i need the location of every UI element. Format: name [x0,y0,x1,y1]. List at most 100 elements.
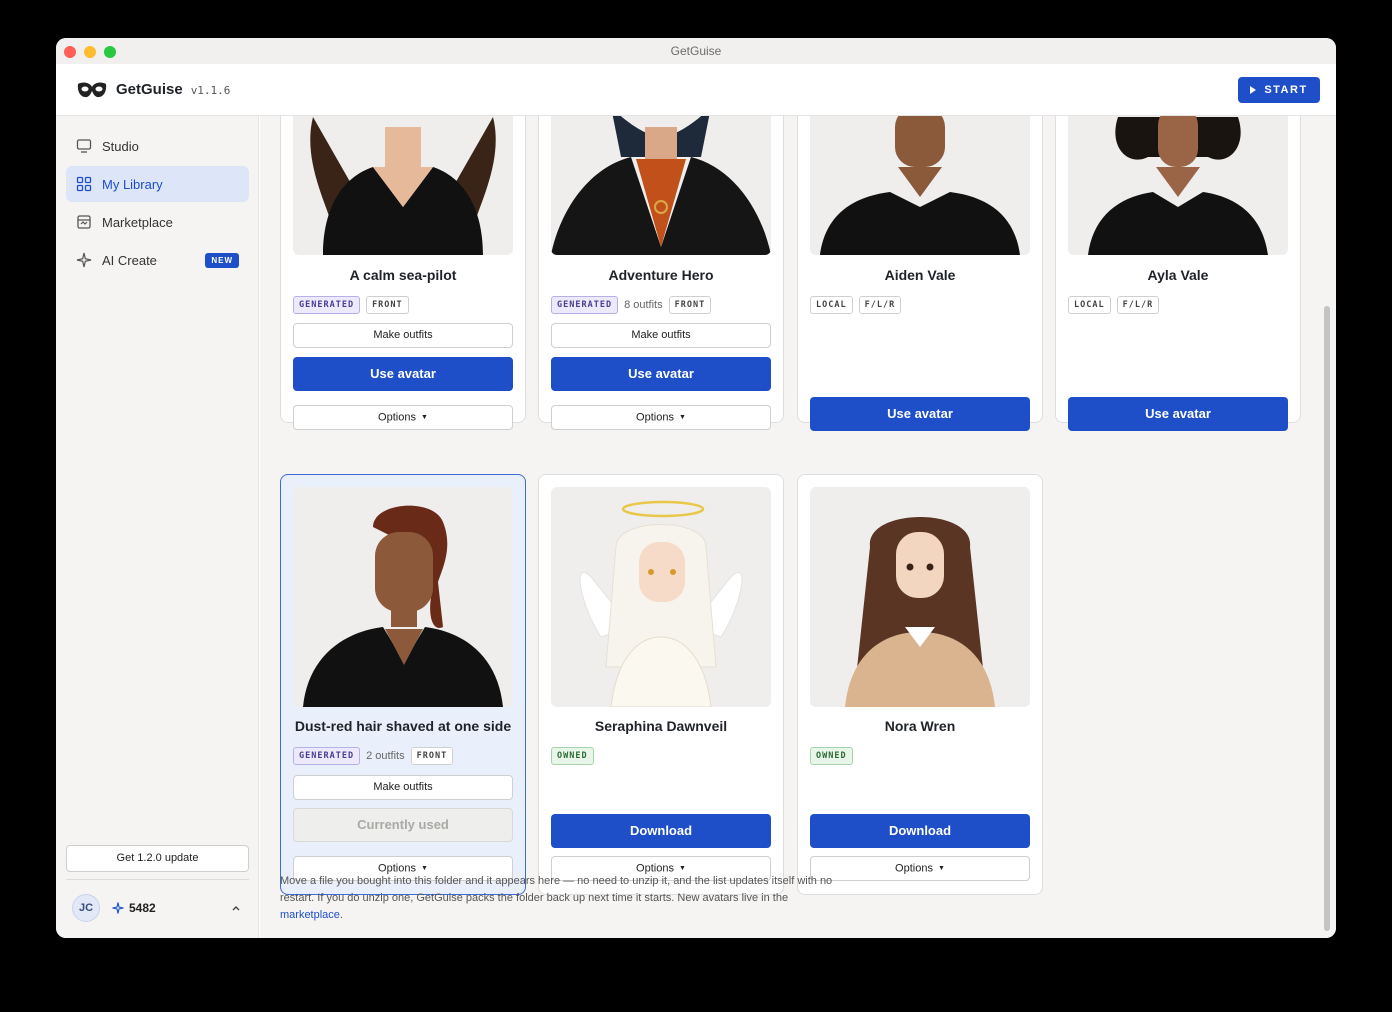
start-button-label: START [1264,84,1308,96]
avatar-card: Nora Wren OWNED Download Options ▼ [797,474,1043,895]
outfit-count: 2 outfits [366,750,405,762]
avatar-image[interactable] [810,116,1030,255]
store-icon [77,215,91,229]
generated-badge: GENERATED [293,296,361,314]
avatar-portrait [551,116,771,255]
app-version: v1.1.6 [190,84,231,97]
make-outfits-button[interactable]: Make outfits [293,775,513,800]
chevron-up-icon[interactable] [231,903,241,913]
avatar-portrait [579,500,743,707]
download-button[interactable]: Download [810,814,1030,848]
avatar-name: Seraphina Dawnveil [594,718,728,734]
app-name: GetGuise [116,81,183,98]
caret-down-icon: ▼ [421,414,428,421]
sidebar-item-ai-create[interactable]: AI Create NEW [66,242,249,278]
caret-down-icon: ▼ [938,865,945,872]
avatar-portrait [303,505,503,707]
sidebar-item-my-library[interactable]: My Library [66,166,249,202]
grid-icon [76,176,92,192]
avatar-card: Aiden Vale LOCAL F/L/R Use avatar [797,116,1043,431]
front-badge: FRONT [366,296,409,314]
sidebar-item-marketplace[interactable]: Marketplace [66,204,249,240]
avatar-badges: GENERATED 2 outfits FRONT [293,747,454,765]
avatar-image[interactable] [551,487,771,707]
close-window-button[interactable] [64,46,76,58]
avatar-portrait [845,517,995,707]
library-content: A calm sea-pilot GENERATED FRONT Make ou… [260,116,1336,938]
avatar-name: Aiden Vale [884,267,956,283]
sidebar-item-studio[interactable]: Studio [66,128,249,164]
use-avatar-button[interactable]: Use avatar [293,357,513,391]
avatar-image[interactable] [293,116,513,255]
start-button[interactable]: START [1238,77,1320,103]
avatar-badges: LOCAL F/L/R [810,296,902,314]
local-badge: LOCAL [810,296,853,314]
avatar-portrait [310,117,496,255]
sidebar-item-label: AI Create [102,252,157,268]
footnote-end: . [339,909,343,921]
use-avatar-button[interactable]: Use avatar [1068,397,1288,431]
avatar-image[interactable] [551,116,771,255]
minimize-window-button[interactable] [84,46,96,58]
sidebar-item-label: My Library [102,176,163,192]
options-button[interactable]: Options ▼ [810,856,1030,881]
sidebar-divider [66,879,249,880]
views-badge: F/L/R [858,296,902,314]
avatar-image[interactable] [1068,116,1288,255]
caret-down-icon: ▼ [679,865,686,872]
window-title: GetGuise [670,44,722,58]
outfit-count: 8 outfits [624,299,663,311]
options-label: Options [378,411,416,424]
zoom-window-button[interactable] [104,46,116,58]
owned-badge: OWNED [810,747,853,765]
generated-badge: GENERATED [551,296,619,314]
sidebar-item-label: Marketplace [102,214,173,230]
credits-sparkle-icon [112,902,124,914]
avatar-card: Seraphina Dawnveil OWNED Download Option… [538,474,784,895]
avatar-card: Adventure Hero GENERATED 8 outfits FRONT… [538,116,784,430]
avatar-card-selected: Dust-red hair shaved at one side GENERAT… [280,474,526,895]
update-button[interactable]: Get 1.2.0 update [66,845,249,872]
options-label: Options [895,862,933,875]
download-button[interactable]: Download [551,814,771,848]
generated-badge: GENERATED [293,747,361,765]
front-badge: FRONT [410,747,454,765]
avatar-name: Nora Wren [884,718,956,734]
avatar-badges: GENERATED FRONT [293,296,409,314]
play-icon [1250,86,1257,94]
avatar-card: A calm sea-pilot GENERATED FRONT Make ou… [280,116,526,430]
credits-count: 5482 [129,901,156,915]
make-outfits-button[interactable]: Make outfits [551,323,771,348]
views-badge: F/L/R [1116,296,1160,314]
sidebar: Studio My Library Marketplace AI Create … [56,116,259,938]
avatar-portrait [820,116,1020,255]
avatar-image[interactable] [810,487,1030,707]
sidebar-item-label: Studio [102,138,139,154]
marketplace-link[interactable]: marketplace [280,909,340,921]
use-avatar-button[interactable]: Use avatar [551,357,771,391]
owned-badge: OWNED [551,747,594,765]
currently-used-button: Currently used [293,808,513,842]
use-avatar-button[interactable]: Use avatar [810,397,1030,431]
avatar-badges: OWNED [810,747,853,765]
avatar-name: Ayla Vale [1147,267,1209,283]
avatar-badges: LOCAL F/L/R [1068,296,1160,314]
scrollbar-thumb[interactable] [1324,306,1330,931]
library-footnote: Move a file you bought into this folder … [280,873,840,924]
title-bar: GetGuise [56,38,1336,64]
options-button[interactable]: Options ▼ [293,405,513,430]
user-avatar[interactable]: JC [72,894,100,922]
front-badge: FRONT [668,296,712,314]
avatar-image[interactable] [293,487,513,707]
make-outfits-button[interactable]: Make outfits [293,323,513,348]
monitor-icon [76,139,92,153]
user-account-row[interactable]: JC 5482 [72,894,247,922]
app-window: GetGuise GetGuise v1.1.6 START Studio My… [56,38,1336,938]
sparkle-icon [76,252,92,268]
avatar-name: Dust-red hair shaved at one side [294,718,512,734]
avatar-card: Ayla Vale LOCAL F/L/R Use avatar [1055,116,1301,431]
local-badge: LOCAL [1068,296,1111,314]
avatar-badges: GENERATED 8 outfits FRONT [551,296,712,314]
options-button[interactable]: Options ▼ [551,405,771,430]
app-header: GetGuise v1.1.6 START [56,64,1336,116]
